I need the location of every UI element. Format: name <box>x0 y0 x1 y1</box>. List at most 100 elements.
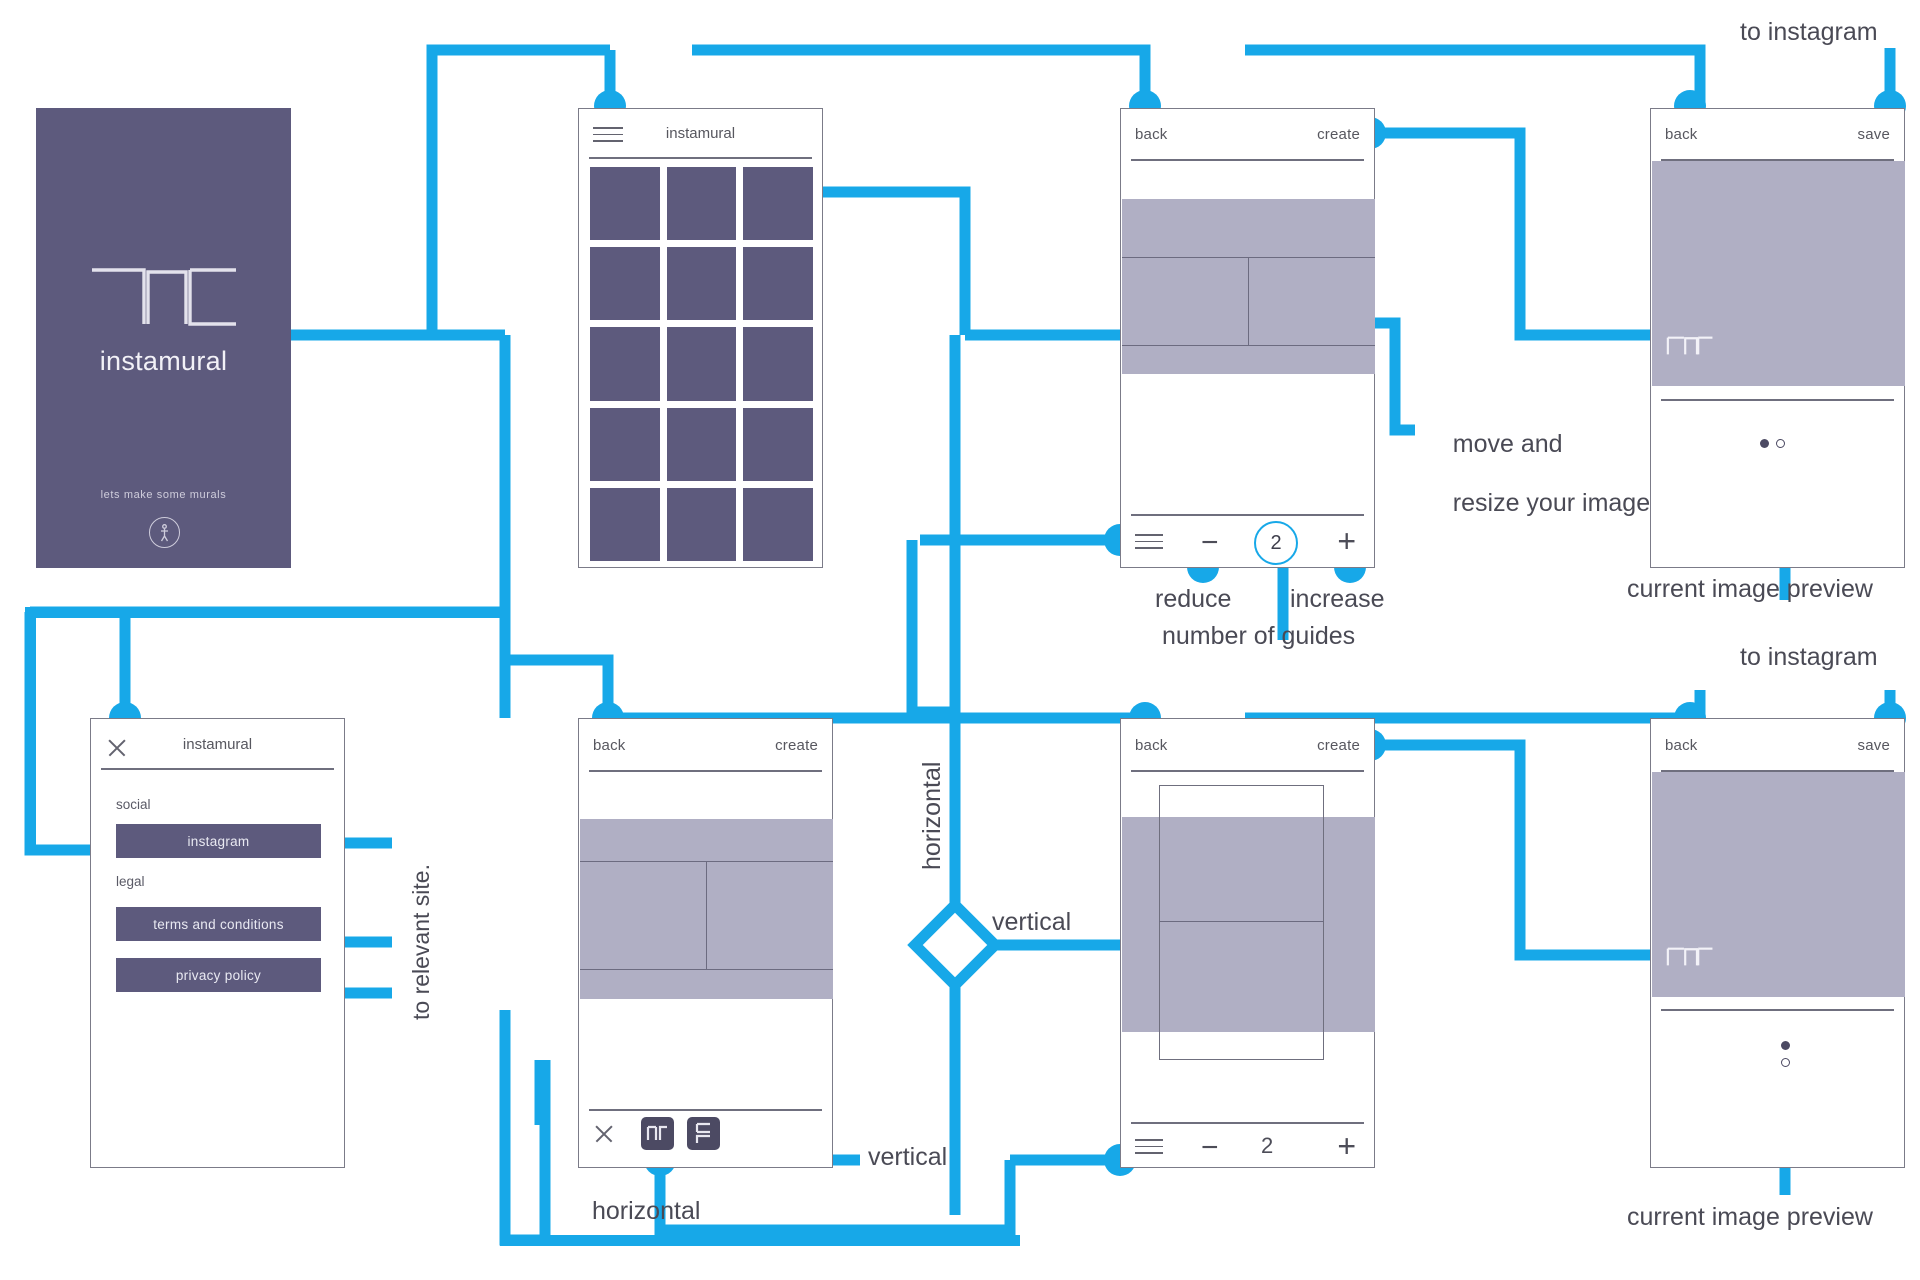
guide-line-horizontal <box>580 969 833 971</box>
save-button[interactable]: save <box>1858 737 1891 754</box>
annotation-relevant-site: to relevant site. <box>408 864 434 1020</box>
photo-thumbnail[interactable] <box>666 327 737 401</box>
annotation-horizontal-toolbar: horizontal <box>592 1197 701 1225</box>
photo-thumbnail[interactable] <box>743 407 813 481</box>
close-icon[interactable] <box>593 1123 615 1145</box>
create-button[interactable]: create <box>1317 126 1360 143</box>
flow-diagram-canvas: instamural lets make some murals instamu… <box>0 0 1920 1280</box>
save-screen-bottom: back save <box>1650 718 1905 1168</box>
photo-thumbnail[interactable] <box>743 247 813 321</box>
hamburger-icon[interactable] <box>1135 1139 1163 1159</box>
guide-line-vertical <box>706 861 708 969</box>
toolbar-divider <box>1131 1122 1364 1124</box>
increase-guides-button[interactable]: + <box>1337 523 1356 560</box>
back-button[interactable]: back <box>1135 737 1168 754</box>
splash-screen: instamural lets make some murals <box>36 108 291 568</box>
photo-thumbnail[interactable] <box>743 327 813 401</box>
photo-grid[interactable] <box>590 167 813 561</box>
back-button[interactable]: back <box>1665 126 1698 143</box>
annotation-line-2: resize your image <box>1452 488 1651 517</box>
photo-thumbnail[interactable] <box>666 167 737 241</box>
photo-thumbnail[interactable] <box>590 487 660 561</box>
reduce-guides-button[interactable]: − <box>1201 526 1219 560</box>
photo-thumbnail[interactable] <box>666 247 737 321</box>
page-dot-active[interactable] <box>1760 439 1769 448</box>
header-divider <box>589 157 812 159</box>
menu-section-label-social: social <box>116 797 151 812</box>
annotation-vertical-toolbar: vertical <box>868 1143 948 1171</box>
menu-item-label: terms and conditions <box>153 916 284 932</box>
annotation-increase: increase <box>1290 585 1385 613</box>
save-button[interactable]: save <box>1858 126 1891 143</box>
editor-orientation-screen: back create <box>578 718 833 1168</box>
create-button[interactable]: create <box>1317 737 1360 754</box>
annotation-number-of-guides: number of guides <box>1162 622 1356 650</box>
page-dot-inactive[interactable] <box>1776 439 1785 448</box>
preview-divider <box>1661 1009 1894 1011</box>
guide-line-horizontal <box>1159 921 1324 923</box>
orientation-vertical-button[interactable] <box>687 1117 720 1150</box>
annotation-to-instagram-top: to instagram <box>1740 18 1878 46</box>
page-dot-inactive[interactable] <box>1781 1058 1790 1067</box>
editor-horizontal-screen: back create − 2 + <box>1120 108 1375 568</box>
annotation-preview-bottom: current image preview <box>1627 1203 1873 1231</box>
guides-count-value: 2 <box>1270 531 1282 554</box>
menu-screen: instamural social instagram legal terms … <box>90 718 345 1168</box>
photo-thumbnail[interactable] <box>743 167 813 241</box>
mural-preview <box>1652 161 1905 386</box>
menu-item-label: privacy policy <box>175 967 262 983</box>
annotation-reduce: reduce <box>1155 585 1232 613</box>
grid-screen: instamural <box>578 108 823 568</box>
header-divider <box>589 770 822 772</box>
annotation-line-1: move and <box>1452 429 1563 458</box>
page-dots[interactable] <box>1781 1041 1790 1067</box>
splash-tagline: lets make some murals <box>100 489 227 501</box>
preview-divider <box>1661 399 1894 401</box>
back-button[interactable]: back <box>1665 737 1698 754</box>
annotation-to-instagram-bottom: to instagram <box>1740 643 1878 671</box>
guide-line-horizontal <box>1122 345 1375 347</box>
guides-count-value: 2 <box>1261 1133 1274 1158</box>
save-screen-top: back save <box>1650 108 1905 568</box>
photo-thumbnail[interactable] <box>743 487 813 561</box>
header-divider <box>1131 159 1364 161</box>
annotation-move-resize: move and resize your image <box>1425 400 1650 548</box>
menu-item-label: instagram <box>187 833 250 849</box>
annotation-branch-horizontal: horizontal <box>918 761 946 870</box>
menu-item-privacy[interactable]: privacy policy <box>116 958 321 992</box>
annotation-preview-top: current image preview <box>1627 575 1873 603</box>
header-divider <box>101 768 334 770</box>
back-button[interactable]: back <box>1135 126 1168 143</box>
menu-section-label-legal: legal <box>116 874 145 889</box>
back-button[interactable]: back <box>593 737 626 754</box>
photo-thumbnail[interactable] <box>590 167 660 241</box>
menu-item-terms[interactable]: terms and conditions <box>116 907 321 941</box>
photo-thumbnail[interactable] <box>666 407 737 481</box>
grid-title: instamural <box>665 125 736 142</box>
menu-item-instagram[interactable]: instagram <box>116 824 321 858</box>
reduce-guides-button[interactable]: − <box>1201 1131 1219 1165</box>
app-logo-icon <box>86 248 241 333</box>
splash-title: instamural <box>99 346 228 376</box>
photo-thumbnail[interactable] <box>590 327 660 401</box>
editor-vertical-screen: back create − 2 + <box>1120 718 1375 1168</box>
increase-guides-button[interactable]: + <box>1337 1128 1356 1165</box>
guides-count: 2 <box>1254 521 1298 565</box>
orientation-horizontal-button[interactable] <box>641 1117 674 1150</box>
toolbar-divider <box>1131 514 1364 516</box>
crop-frame[interactable] <box>1159 785 1324 1060</box>
photo-thumbnail[interactable] <box>666 487 737 561</box>
guide-line-vertical <box>1248 257 1250 345</box>
walking-person-icon <box>149 517 180 548</box>
menu-title: instamural <box>182 736 253 753</box>
annotation-branch-vertical: vertical <box>992 908 1072 936</box>
toolbar-divider <box>589 1109 822 1111</box>
header-divider <box>1131 770 1364 772</box>
create-button[interactable]: create <box>775 737 818 754</box>
photo-thumbnail[interactable] <box>590 407 660 481</box>
page-dot-active[interactable] <box>1781 1041 1790 1050</box>
photo-thumbnail[interactable] <box>590 247 660 321</box>
hamburger-icon[interactable] <box>1135 534 1163 554</box>
page-dots[interactable] <box>1760 439 1785 448</box>
mural-preview <box>1652 772 1905 997</box>
